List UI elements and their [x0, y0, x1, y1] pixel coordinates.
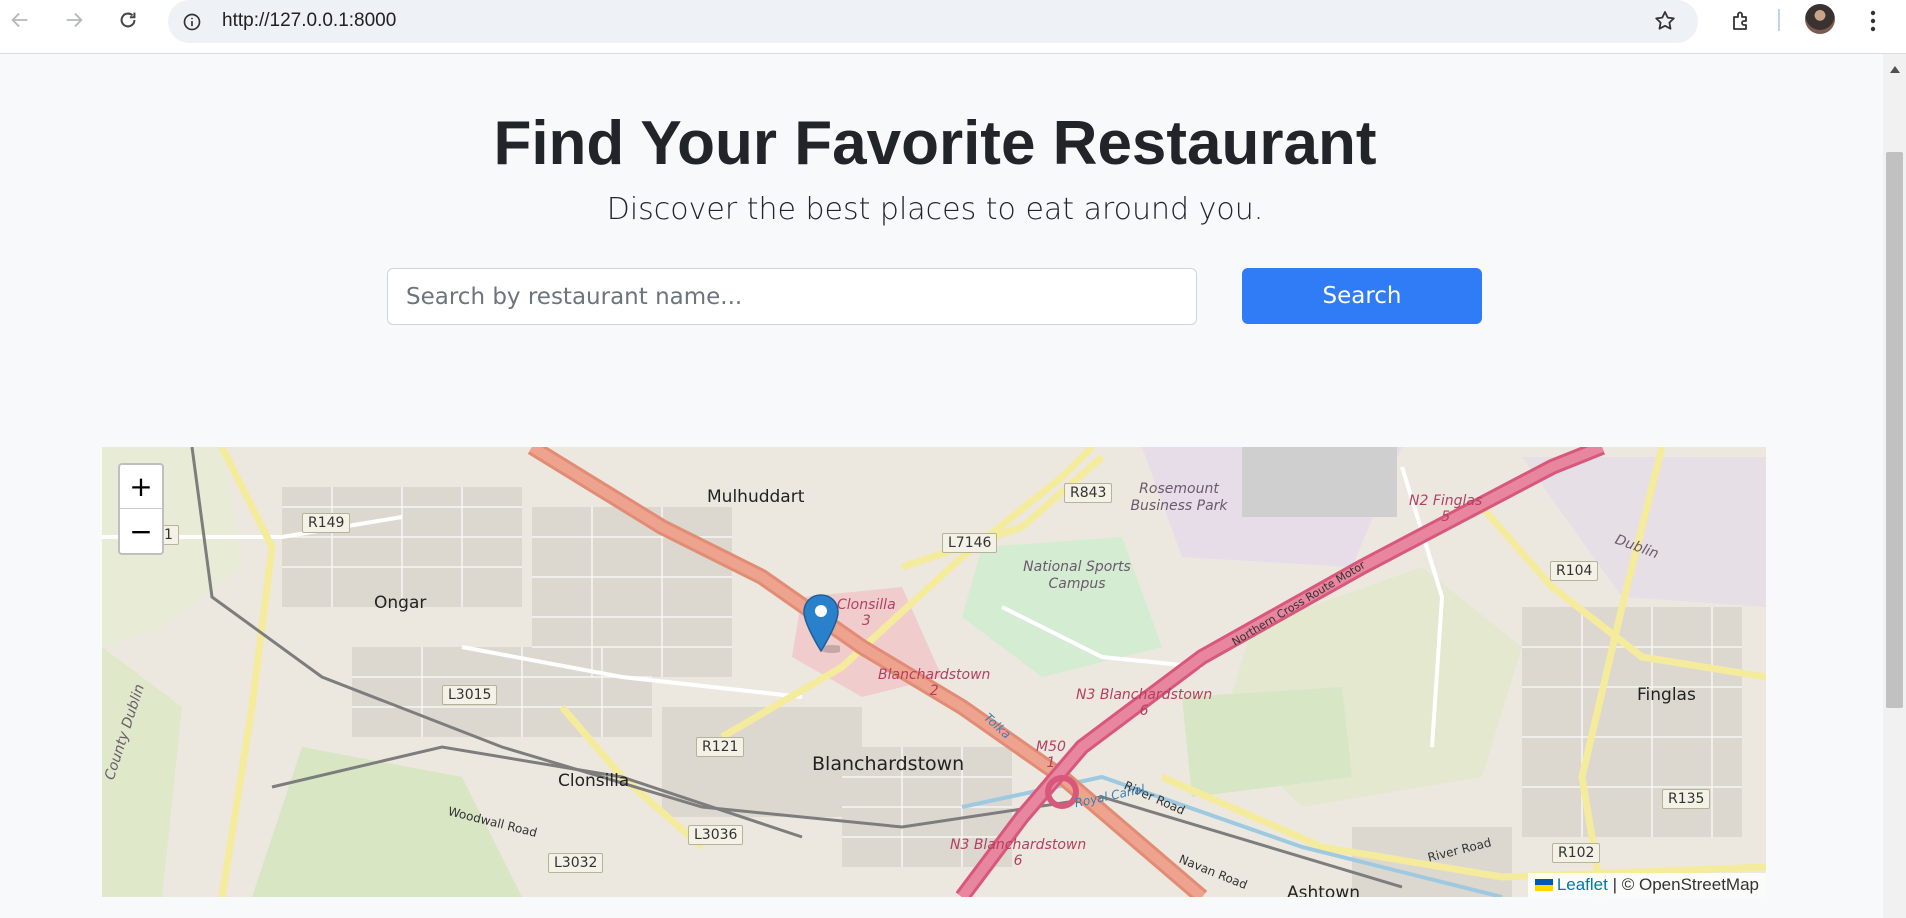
road-shield-r135: R135	[1662, 789, 1711, 809]
toolbar-divider	[1778, 9, 1780, 31]
map-junction-n3-blanchardstown-6: N3 Blanchardstown 6	[1076, 687, 1213, 719]
bookmark-star-icon[interactable]	[1650, 6, 1680, 36]
restaurant-marker-icon[interactable]	[802, 593, 840, 653]
road-shield-r843: R843	[1064, 483, 1113, 503]
extensions-icon[interactable]	[1724, 4, 1758, 38]
ukraine-flag-icon	[1534, 879, 1553, 891]
leaflet-link[interactable]: Leaflet	[1557, 875, 1608, 894]
map-junction-n3-blanchardstown-6b: N3 Blanchardstown 6	[950, 837, 1087, 869]
road-shield-r121: R121	[696, 737, 745, 757]
map-junction-m50: M50 1	[1036, 739, 1066, 771]
page-subtitle: Discover the best places to eat around y…	[606, 192, 1264, 227]
map-label-clonsilla: Clonsilla	[558, 771, 630, 791]
map-label-rosemount: Rosemount Business Park	[1130, 481, 1228, 514]
back-icon[interactable]	[4, 4, 36, 36]
map-zoom-control: + −	[118, 463, 164, 555]
road-shield-l3036: L3036	[688, 825, 744, 845]
scrollbar-thumb[interactable]	[1886, 152, 1903, 708]
road-shield-r149: R149	[302, 513, 351, 533]
url-text[interactable]: http://127.0.0.1:8000	[222, 10, 396, 32]
restaurant-map[interactable]: Mulhuddart Ongar Clonsilla Blanchardstow…	[102, 447, 1766, 897]
zoom-out-button[interactable]: −	[120, 509, 162, 553]
page-title: Find Your Favorite Restaurant	[493, 109, 1377, 178]
map-label-finglas: Finglas	[1637, 685, 1696, 705]
search-button[interactable]: Search	[1242, 268, 1482, 324]
map-attribution: Leaflet | © OpenStreetMap	[1527, 873, 1766, 897]
osm-attribution-text: | © OpenStreetMap	[1612, 875, 1759, 894]
menu-kebab-icon[interactable]	[1858, 4, 1888, 38]
map-junction-n2-finglas: N2 Finglas 5	[1409, 493, 1483, 525]
address-bar[interactable]: http://127.0.0.1:8000	[168, 0, 1698, 43]
map-label-ongar: Ongar	[374, 593, 427, 613]
map-label-mulhuddart: Mulhuddart	[707, 487, 805, 507]
road-shield-l7146: L7146	[942, 533, 998, 553]
site-info-icon[interactable]	[180, 10, 204, 34]
road-shield-l3032: L3032	[548, 853, 604, 873]
map-junction-clonsilla: Clonsilla 3	[837, 597, 896, 629]
map-label-national-sports: National Sports Campus	[1023, 559, 1131, 592]
page-scrollbar[interactable]	[1883, 54, 1906, 918]
restaurant-search-input[interactable]	[387, 268, 1197, 325]
map-label-ashtown: Ashtown	[1287, 883, 1361, 897]
forward-icon[interactable]	[58, 4, 90, 36]
road-shield-l3015: L3015	[442, 685, 498, 705]
reload-icon[interactable]	[112, 4, 144, 36]
browser-toolbar: http://127.0.0.1:8000	[0, 0, 1906, 54]
road-shield-r104: R104	[1550, 561, 1599, 581]
map-junction-blanchardstown-2: Blanchardstown 2	[878, 667, 991, 699]
road-shield-r102: R102	[1552, 843, 1601, 863]
scroll-up-arrow-icon[interactable]	[1883, 62, 1906, 76]
profile-avatar[interactable]	[1805, 4, 1835, 34]
zoom-in-button[interactable]: +	[120, 465, 162, 509]
map-label-blanchardstown: Blanchardstown	[812, 753, 965, 775]
